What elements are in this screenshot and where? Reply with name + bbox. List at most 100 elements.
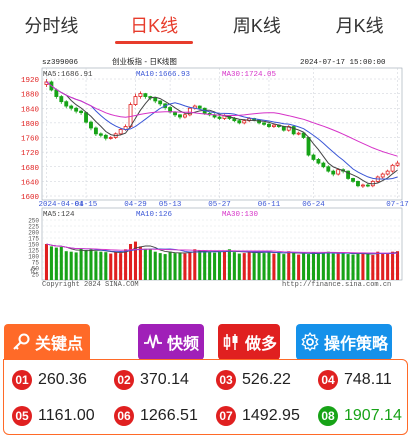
- tab-weekly-k[interactable]: 周K线: [206, 0, 309, 50]
- volume-bar: [138, 246, 142, 280]
- candle-body: [69, 105, 74, 109]
- key-point-6[interactable]: 06 1266.51: [114, 406, 198, 426]
- candle-body: [296, 132, 301, 135]
- volume-bar: [114, 252, 118, 280]
- kline-chart-svg: sz399006 创业板指 - 日K线图 2024-07-17 15:00:00…: [21, 56, 409, 289]
- candle-body: [262, 122, 266, 125]
- volume-bar: [54, 247, 58, 280]
- key-point-value: 1161.00: [38, 407, 95, 424]
- tab-monthly-k[interactable]: 月K线: [308, 0, 411, 50]
- candle-body: [237, 120, 242, 124]
- volume-bar: [188, 251, 192, 280]
- volume-bar: [89, 249, 93, 280]
- volume-bar: [297, 254, 301, 280]
- candle-body: [326, 166, 331, 172]
- period-tabs: 分时线 日K线 周K线 月K线: [0, 0, 411, 50]
- volume-bar: [252, 253, 256, 280]
- volume-bar: [99, 251, 103, 280]
- volume-bar: [213, 252, 217, 280]
- vol-ma10-label: MA10:126: [136, 211, 173, 219]
- go-long-button[interactable]: 做多: [218, 324, 280, 360]
- ma5-label: MA5:1686.91: [43, 71, 93, 79]
- candle-body: [74, 107, 79, 112]
- volume-bar: [277, 252, 281, 280]
- key-points-panel: 01 260.36 02 370.14 03 526.22 04 748.11 …: [3, 359, 408, 435]
- key-point-8[interactable]: 08 1907.14: [318, 406, 402, 426]
- key-points-label: 关键点: [34, 336, 83, 353]
- volume-bar: [203, 251, 207, 280]
- volume-bar: [183, 253, 187, 280]
- key-point-value: 1492.95: [242, 407, 300, 424]
- volume-bar: [371, 255, 375, 280]
- volume-bar: [272, 253, 276, 280]
- strategy-button[interactable]: 操作策略: [296, 324, 392, 360]
- volume-bar: [94, 251, 98, 280]
- volume-bar: [168, 251, 172, 280]
- volume-bar: [306, 254, 311, 280]
- candle-body: [128, 104, 133, 127]
- key-point-badge: 05: [12, 406, 32, 426]
- quick-frequency-button[interactable]: 快频: [138, 324, 204, 360]
- volume-bar: [173, 253, 177, 280]
- price-tick-label: 1720: [21, 150, 40, 158]
- key-point-1[interactable]: 01 260.36: [12, 370, 87, 390]
- key-point-value: 370.14: [140, 371, 189, 388]
- price-tick-label: 1880: [21, 92, 40, 100]
- volume-bar: [133, 241, 138, 280]
- vol-ma30-label: MA30:130: [222, 211, 259, 219]
- candle-body: [118, 129, 123, 135]
- candle-body: [168, 107, 173, 113]
- tab-intraday[interactable]: 分时线: [0, 0, 103, 50]
- volume-bar: [163, 254, 167, 280]
- candle-body: [54, 89, 59, 97]
- key-point-5[interactable]: 05 1161.00: [12, 406, 95, 426]
- candle-body: [182, 114, 187, 118]
- key-icon: [11, 332, 31, 352]
- volume-bar: [227, 249, 231, 280]
- quick-frequency-label: 快频: [166, 336, 199, 353]
- chart-title: 创业板指 - 日K线图: [112, 56, 177, 66]
- volume-bar: [376, 251, 380, 280]
- volume-bar: [178, 252, 182, 280]
- volume-bar: [381, 253, 385, 280]
- key-point-value: 748.11: [344, 371, 392, 388]
- volume-bar: [208, 251, 212, 280]
- volume-bar: [257, 251, 261, 280]
- key-point-7[interactable]: 07 1492.95: [216, 406, 300, 426]
- source-url: http://finance.sina.com.cn: [282, 281, 391, 289]
- tab-daily-k[interactable]: 日K线: [103, 0, 206, 50]
- candle-body: [108, 137, 113, 139]
- kline-chart[interactable]: sz399006 创业板指 - 日K线图 2024-07-17 15:00:00…: [0, 55, 411, 300]
- stock-code: sz399006: [42, 59, 79, 67]
- volume-bar: [356, 253, 360, 280]
- volume-bar: [49, 246, 53, 280]
- candle-body: [133, 96, 138, 105]
- candle-body: [351, 178, 355, 182]
- key-point-3[interactable]: 03 526.22: [216, 370, 291, 390]
- volume-unit: 亿: [30, 266, 37, 275]
- key-points-button[interactable]: 关键点: [4, 324, 90, 360]
- candlestick-icon: [221, 332, 241, 352]
- volume-bar: [232, 252, 236, 280]
- key-point-badge: 02: [114, 370, 134, 390]
- candle-body: [390, 164, 395, 172]
- volume-bar: [395, 251, 400, 280]
- candle-body: [395, 162, 400, 166]
- volume-bar: [326, 251, 330, 280]
- volume-bar: [267, 251, 271, 280]
- key-point-4[interactable]: 04 748.11: [318, 370, 392, 390]
- key-point-badge: 06: [114, 406, 134, 426]
- volume-bar: [336, 253, 340, 280]
- key-point-2[interactable]: 02 370.14: [114, 370, 189, 390]
- volume-bar: [222, 251, 227, 280]
- price-tick-label: 1800: [21, 121, 40, 129]
- go-long-label: 做多: [244, 336, 277, 353]
- key-point-value: 260.36: [38, 371, 87, 388]
- volume-bar: [193, 249, 197, 280]
- volume-bar: [262, 253, 266, 280]
- ma10-label: MA10:1666.93: [136, 71, 191, 79]
- candle-body: [98, 133, 103, 136]
- candle-body: [197, 105, 202, 109]
- volume-bar: [321, 253, 325, 280]
- price-tick-label: 1600: [21, 194, 40, 202]
